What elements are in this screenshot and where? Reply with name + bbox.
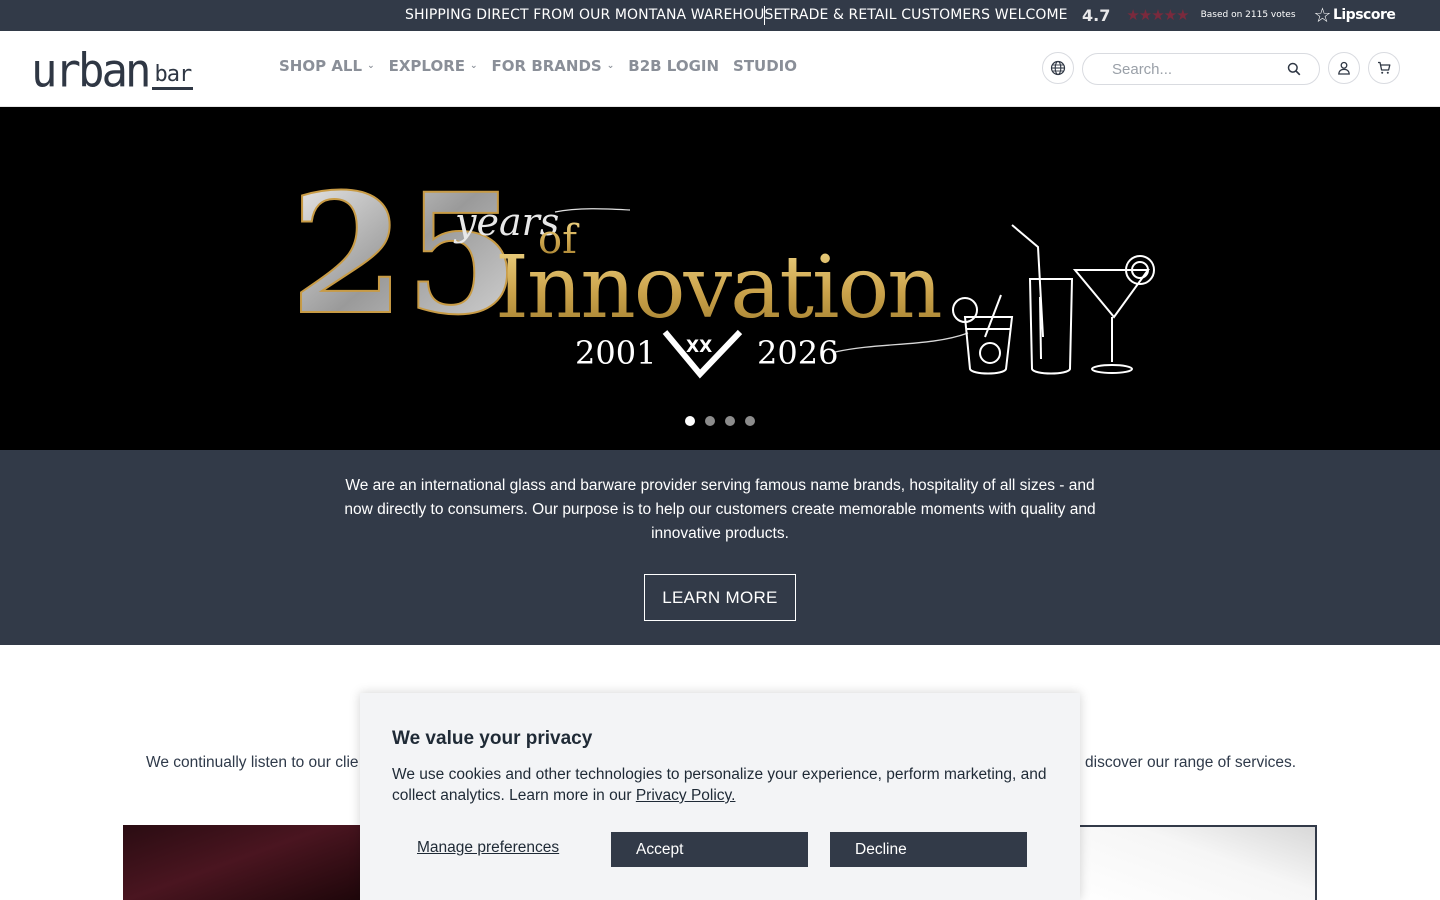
language-button[interactable] (1042, 52, 1074, 84)
hero-year-end: 2026 (757, 334, 838, 372)
cookie-body: We use cookies and other technologies to… (392, 764, 1052, 806)
carousel-dot-1[interactable] (685, 416, 695, 426)
cocktail-glasses-illustration (952, 224, 1155, 375)
hero-year-start: 2001 (575, 334, 656, 372)
decline-button[interactable]: Decline (830, 832, 1027, 867)
chevron-down-icon: ⌄ (470, 61, 478, 71)
carousel-dot-4[interactable] (745, 416, 755, 426)
carousel-dot-3[interactable] (725, 416, 735, 426)
rating-score: 4.7 (1082, 5, 1111, 25)
service-tile-right-image[interactable] (1060, 825, 1317, 900)
nav-studio[interactable]: STUDIO (733, 57, 797, 75)
hero-number: 25 (290, 157, 520, 351)
about-section: We are an international glass and barwar… (0, 450, 1440, 645)
privacy-policy-link[interactable]: Privacy Policy. (636, 787, 736, 804)
services-text-left: We continually listen to our clie (146, 754, 359, 771)
nav-label: EXPLORE (388, 57, 465, 75)
chevron-down-icon: ⌄ (606, 61, 615, 71)
search-icon[interactable] (1287, 62, 1301, 76)
lipscore-star-icon: ☆ (1313, 3, 1332, 27)
announcement-bar: SHIPPING DIRECT FROM OUR MONTANA WAREHOU… (0, 0, 1440, 31)
shipping-message: SHIPPING DIRECT FROM OUR MONTANA WAREHOU… (405, 7, 783, 23)
learn-more-button[interactable]: LEARN MORE (644, 574, 796, 621)
accept-button[interactable]: Accept (611, 832, 808, 867)
carousel-dot-2[interactable] (705, 416, 715, 426)
announcement-divider (764, 6, 765, 25)
lipscore-rating-widget[interactable]: 4.7 ★★★★★ Based on 2115 votes ☆ Lipscore (1082, 3, 1396, 27)
about-text: We are an international glass and barwar… (344, 477, 1096, 542)
rating-stars-icon: ★★★★★ (1126, 6, 1189, 24)
cookie-title: We value your privacy (392, 728, 593, 749)
services-text-right: discover our range of services. (1085, 754, 1297, 771)
globe-icon (1050, 60, 1066, 76)
urbanbar-logo[interactable]: urban bar (31, 44, 194, 99)
hero-headline: Innovation (495, 238, 941, 338)
logo-word: urban (31, 44, 151, 99)
search-input[interactable] (1112, 60, 1282, 78)
main-nav: SHOP ALL ⌄ EXPLORE ⌄ FOR BRANDS ⌄ B2B LO… (279, 57, 797, 75)
service-tile-left-image[interactable] (123, 825, 383, 900)
account-button[interactable] (1328, 52, 1360, 84)
logo-bar: bar (152, 64, 194, 90)
cart-icon (1378, 61, 1391, 74)
nav-label: FOR BRANDS (491, 57, 602, 75)
cart-button[interactable] (1368, 52, 1400, 84)
nav-shop-all[interactable]: SHOP ALL ⌄ (279, 57, 375, 75)
nav-b2b-login[interactable]: B2B LOGIN (628, 57, 719, 75)
lipscore-brand: Lipscore (1332, 7, 1396, 23)
cookie-consent-dialog: We value your privacy We use cookies and… (360, 693, 1080, 900)
hero-anniversary-graphic: 25 years of Innovation 2001 XX 2026 (289, 156, 1155, 379)
chevron-down-icon: ⌄ (367, 61, 375, 71)
user-icon (1338, 61, 1350, 75)
carousel-dots (685, 416, 755, 426)
lipscore-logo: ☆ Lipscore (1314, 3, 1396, 27)
hero-carousel[interactable]: 25 years of Innovation 2001 XX 2026 (0, 107, 1440, 450)
search-box[interactable] (1082, 53, 1320, 85)
nav-label: STUDIO (733, 57, 798, 75)
nav-for-brands[interactable]: FOR BRANDS ⌄ (492, 57, 615, 75)
nav-explore[interactable]: EXPLORE ⌄ (389, 57, 478, 75)
emblem-text: XX (686, 337, 712, 357)
nav-label: SHOP ALL (279, 57, 363, 75)
rating-votes: Based on 2115 votes (1200, 10, 1296, 20)
nav-label: B2B LOGIN (628, 57, 720, 75)
xx-emblem-icon: XX (662, 329, 743, 379)
customers-message: TRADE & RETAIL CUSTOMERS WELCOME (781, 7, 1068, 23)
site-header: urban bar SHOP ALL ⌄ EXPLORE ⌄ FOR BRAND… (0, 31, 1440, 107)
manage-preferences-link[interactable]: Manage preferences (417, 839, 559, 857)
